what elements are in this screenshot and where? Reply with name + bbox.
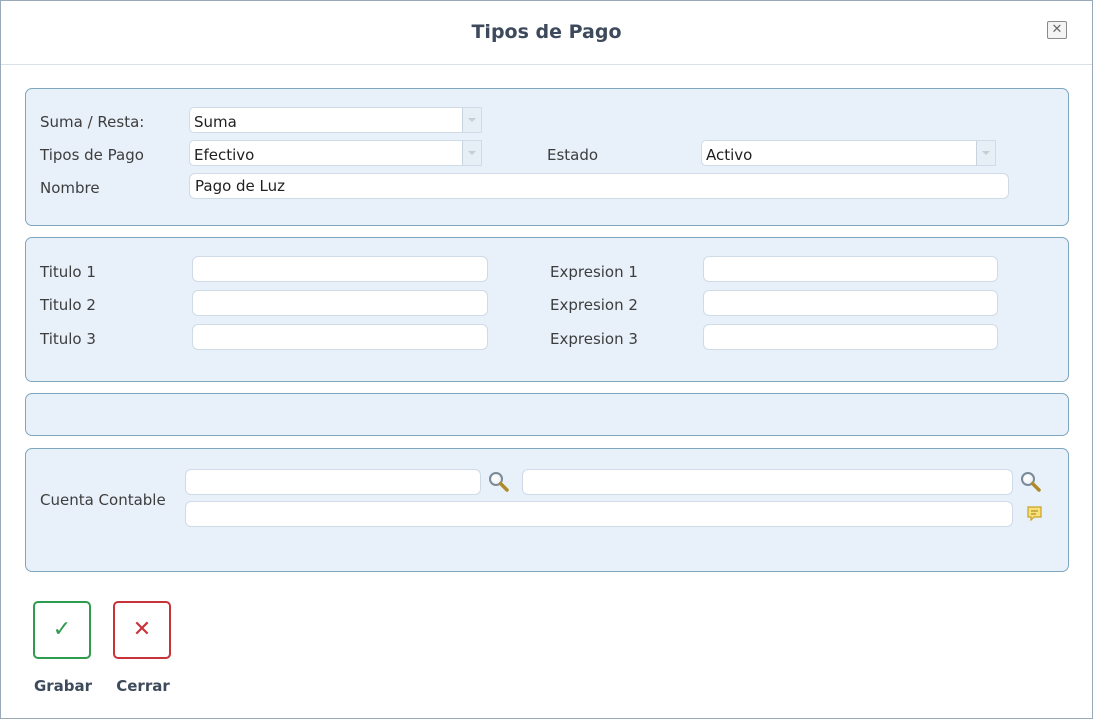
expresion-1-label: Expresion 1	[550, 263, 638, 281]
close-icon: ✕	[132, 617, 152, 642]
chevron-down-icon[interactable]	[462, 108, 481, 132]
dialog-close-button[interactable]: ✕	[1047, 21, 1067, 39]
note-icon[interactable]	[1026, 505, 1044, 523]
suma-resta-select[interactable]: Suma	[189, 107, 482, 133]
titulo-1-label: Titulo 1	[40, 263, 96, 281]
close-icon: ✕	[1051, 22, 1063, 37]
cerrar-button[interactable]: ✕	[113, 601, 171, 659]
nombre-label: Nombre	[40, 179, 100, 197]
checkmark-icon: ✓	[52, 617, 72, 642]
grabar-button[interactable]: ✓	[33, 601, 91, 659]
titulo-3-input[interactable]	[192, 324, 488, 350]
dialog-title: Tipos de Pago	[471, 21, 622, 43]
dialog-titlebar: Tipos de Pago ✕	[1, 1, 1092, 65]
search-icon[interactable]	[487, 470, 511, 494]
expresion-2-input[interactable]	[703, 290, 998, 316]
titulo-3-label: Titulo 3	[40, 330, 96, 348]
estado-label: Estado	[547, 146, 599, 164]
cuenta-code-input[interactable]	[185, 469, 481, 495]
expresion-3-label: Expresion 3	[550, 330, 638, 348]
grabar-label[interactable]: Grabar	[23, 677, 103, 695]
suma-resta-label: Suma / Resta:	[40, 113, 145, 131]
suma-resta-value: Suma	[194, 113, 237, 131]
cuenta-description-input[interactable]	[185, 501, 1013, 527]
chevron-down-icon[interactable]	[462, 141, 481, 165]
titulo-1-input[interactable]	[192, 256, 488, 282]
tipos-de-pago-value: Efectivo	[194, 146, 255, 164]
tipos-de-pago-select[interactable]: Efectivo	[189, 140, 482, 166]
search-icon[interactable]	[1019, 470, 1043, 494]
empty-panel	[25, 393, 1069, 436]
expresion-1-input[interactable]	[703, 256, 998, 282]
expresion-2-label: Expresion 2	[550, 296, 638, 314]
titulo-2-label: Titulo 2	[40, 296, 96, 314]
nombre-input[interactable]	[189, 173, 1009, 199]
cuenta-contable-label: Cuenta Contable	[40, 491, 166, 509]
tipos-de-pago-label: Tipos de Pago	[40, 146, 144, 164]
cuenta-contable-panel: Cuenta Contable	[25, 448, 1069, 572]
cuenta-name-input[interactable]	[522, 469, 1013, 495]
titulos-panel: Titulo 1 Titulo 2 Titulo 3 Expresion 1 E…	[25, 237, 1069, 382]
chevron-down-icon[interactable]	[976, 141, 995, 165]
cerrar-label[interactable]: Cerrar	[103, 677, 183, 695]
general-panel: Suma / Resta: Suma Tipos de Pago Efectiv…	[25, 88, 1069, 226]
expresion-3-input[interactable]	[703, 324, 998, 350]
estado-value: Activo	[706, 146, 753, 164]
titulo-2-input[interactable]	[192, 290, 488, 316]
estado-select[interactable]: Activo	[701, 140, 996, 166]
tipos-de-pago-dialog: Tipos de Pago ✕ Suma / Resta: Suma Tipos…	[0, 0, 1093, 719]
